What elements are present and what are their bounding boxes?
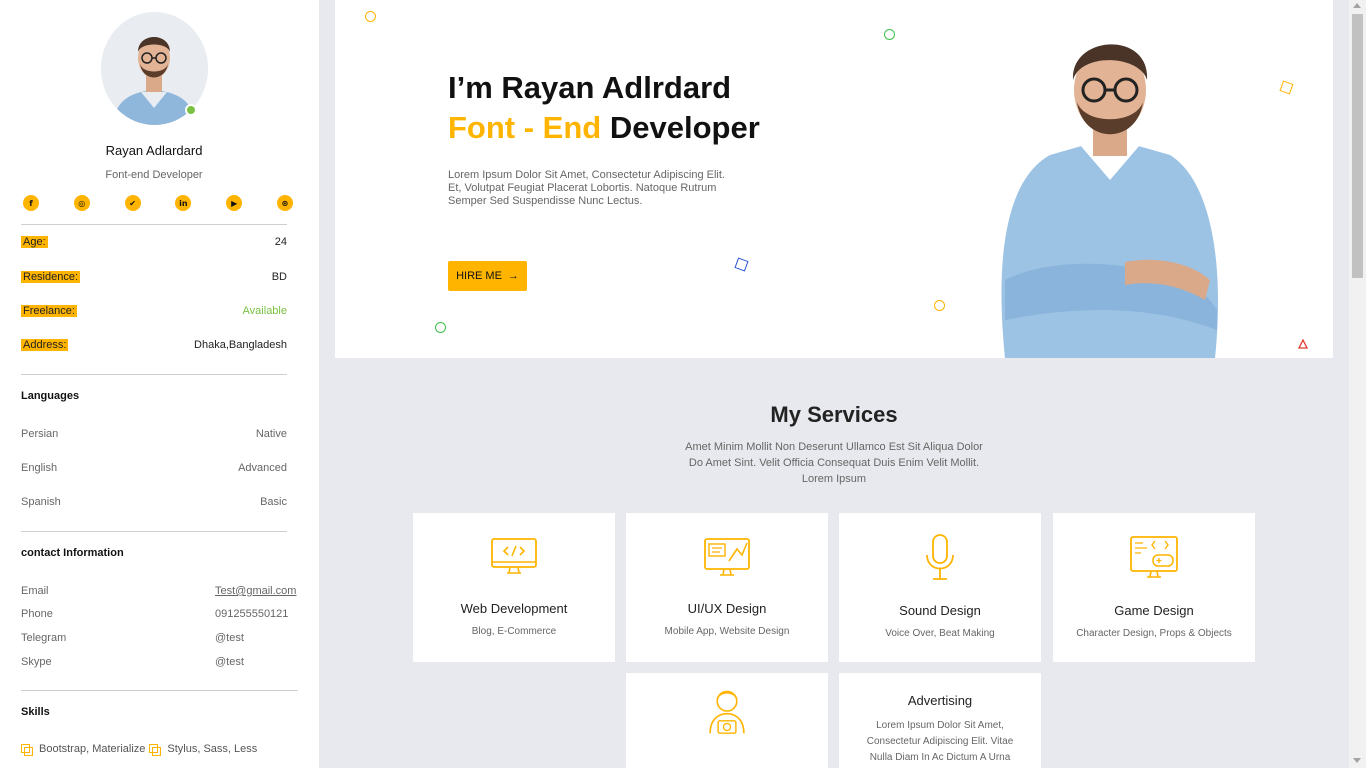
decor-triangle (1298, 339, 1308, 349)
dribbble-icon[interactable]: ⊛ (276, 195, 293, 211)
service-card-sound-design[interactable]: Sound Design Voice Over, Beat Making (839, 513, 1041, 662)
service-subtitle: Blog, E-Commerce (471, 626, 557, 637)
service-card-web-development[interactable]: Web Development Blog, E-Commerce (413, 513, 615, 662)
service-title: Sound Design (899, 603, 981, 618)
skill-item: Stylus, Sass, Less (167, 743, 258, 755)
profile-name: Rayan Adlardard (105, 143, 203, 158)
info-value: Available (242, 305, 287, 317)
service-subtitle: Voice Over, Beat Making (885, 628, 995, 639)
hire-me-label: HIRE ME (456, 270, 502, 282)
service-subtitle: Mobile App, Website Design (664, 626, 790, 637)
language-name: Persian (21, 428, 59, 440)
decor-square (1279, 80, 1294, 95)
decor-square (734, 257, 749, 272)
services-title: My Services (770, 402, 898, 427)
skill-bullet-icon (149, 743, 162, 756)
service-title: Game Design (1114, 603, 1194, 618)
skills-list: Bootstrap, Materialize Stylus, Sass, Les… (21, 743, 258, 756)
photographer-icon (709, 690, 745, 734)
design-monitor-icon (704, 538, 750, 576)
info-value: 24 (274, 236, 287, 248)
info-value: Dhaka,Bangladesh (194, 339, 287, 351)
contact-heading: contact Information (21, 547, 124, 559)
contact-key: Email (21, 585, 49, 597)
language-row: Persian Native (21, 428, 287, 440)
service-title: Advertising (907, 693, 973, 708)
divider (21, 224, 287, 225)
linkedin-icon[interactable]: in (175, 195, 192, 211)
decor-circle (365, 11, 376, 22)
service-card-uiux-design[interactable]: UI/UX Design Mobile App, Website Design (626, 513, 828, 662)
language-row: English Advanced (21, 462, 287, 474)
facebook-icon[interactable]: f (23, 195, 39, 211)
hero-description: Lorem Ipsum Dolor Sit Amet, Consectetur … (448, 169, 725, 207)
info-value: BD (271, 271, 287, 283)
social-links: f ◎ ✔ in ▶ ⊛ (23, 195, 293, 211)
service-card-advertising[interactable]: Advertising Lorem Ipsum Dolor Sit Amet, … (839, 673, 1041, 768)
main-content: I’m Rayan Adlrdard Font - End Developer … (319, 0, 1349, 768)
services-subtitle: Amet Minim Mollit Non Deserunt Ullamco E… (685, 441, 983, 485)
divider (21, 374, 287, 375)
service-title: Web Development (460, 601, 568, 616)
hero-portrait (1001, 44, 1218, 358)
divider (21, 531, 287, 532)
contact-value: @test (215, 632, 244, 644)
language-level: Native (255, 428, 287, 440)
decor-circle (884, 29, 895, 40)
contact-value: 091255550121 (215, 608, 289, 620)
monitor-code-icon (491, 538, 537, 574)
service-title: UI/UX Design (687, 601, 767, 616)
language-level: Advanced (238, 462, 287, 474)
skill-bullet-icon (21, 743, 33, 756)
service-description: Lorem Ipsum Dolor Sit Amet, Consectetur … (866, 720, 1014, 763)
language-name: English (21, 462, 58, 474)
skill-item: Bootstrap, Materialize (39, 743, 146, 755)
scroll-down-arrow-icon[interactable] (1353, 758, 1361, 763)
language-name: Spanish (21, 496, 61, 508)
email-link[interactable]: Test@gmail.com (215, 585, 296, 597)
info-key: Residence: (21, 271, 81, 283)
service-card-photography[interactable] (626, 673, 828, 768)
language-row: Spanish Basic (21, 496, 287, 508)
divider (21, 690, 298, 691)
info-key: Address: (21, 339, 69, 351)
language-level: Basic (260, 496, 287, 508)
info-key: Age: (21, 236, 48, 248)
hero-title-accent: Font - End (448, 110, 602, 145)
skills-heading: Skills (21, 706, 50, 718)
decor-circle (934, 300, 945, 311)
arrow-right-icon: → (507, 270, 519, 282)
profile-sidebar: Rayan Adlardard Font-end Developer f ◎ ✔… (0, 0, 319, 768)
hero-section: I’m Rayan Adlrdard Font - End Developer … (335, 0, 1333, 358)
hero-subtitle: Font - End Developer (448, 110, 760, 146)
game-monitor-icon (1130, 536, 1178, 578)
hero-title-rest: Developer (609, 110, 760, 145)
hero-title: I’m Rayan Adlrdard (448, 70, 732, 105)
scrollbar-thumb[interactable] (1352, 14, 1363, 278)
contact-key: Phone (21, 608, 53, 620)
scroll-up-arrow-icon[interactable] (1353, 3, 1361, 8)
info-row-age: Age: 24 (21, 236, 287, 248)
profile-role: Font-end Developer (105, 169, 203, 181)
page-scrollbar[interactable] (1349, 0, 1366, 768)
online-status-dot (185, 104, 197, 116)
instagram-icon[interactable]: ◎ (73, 195, 90, 211)
info-row-freelance: Freelance: Available (21, 305, 287, 317)
microphone-icon (926, 534, 954, 580)
hire-me-button[interactable]: HIRE ME → (448, 261, 527, 291)
contact-value: @test (215, 656, 244, 668)
languages-heading: Languages (21, 390, 80, 402)
contact-key: Telegram (21, 632, 67, 644)
contact-key: Skype (21, 656, 52, 668)
info-row-residence: Residence: BD (21, 271, 287, 283)
service-subtitle: Character Design, Props & Objects (1076, 628, 1232, 639)
service-card-game-design[interactable]: Game Design Character Design, Props & Ob… (1053, 513, 1255, 662)
decor-circle (435, 322, 446, 333)
youtube-icon[interactable]: ▶ (226, 195, 243, 211)
info-row-address: Address: Dhaka,Bangladesh (21, 339, 287, 351)
info-key: Freelance: (21, 305, 77, 317)
twitter-icon[interactable]: ✔ (124, 195, 141, 211)
